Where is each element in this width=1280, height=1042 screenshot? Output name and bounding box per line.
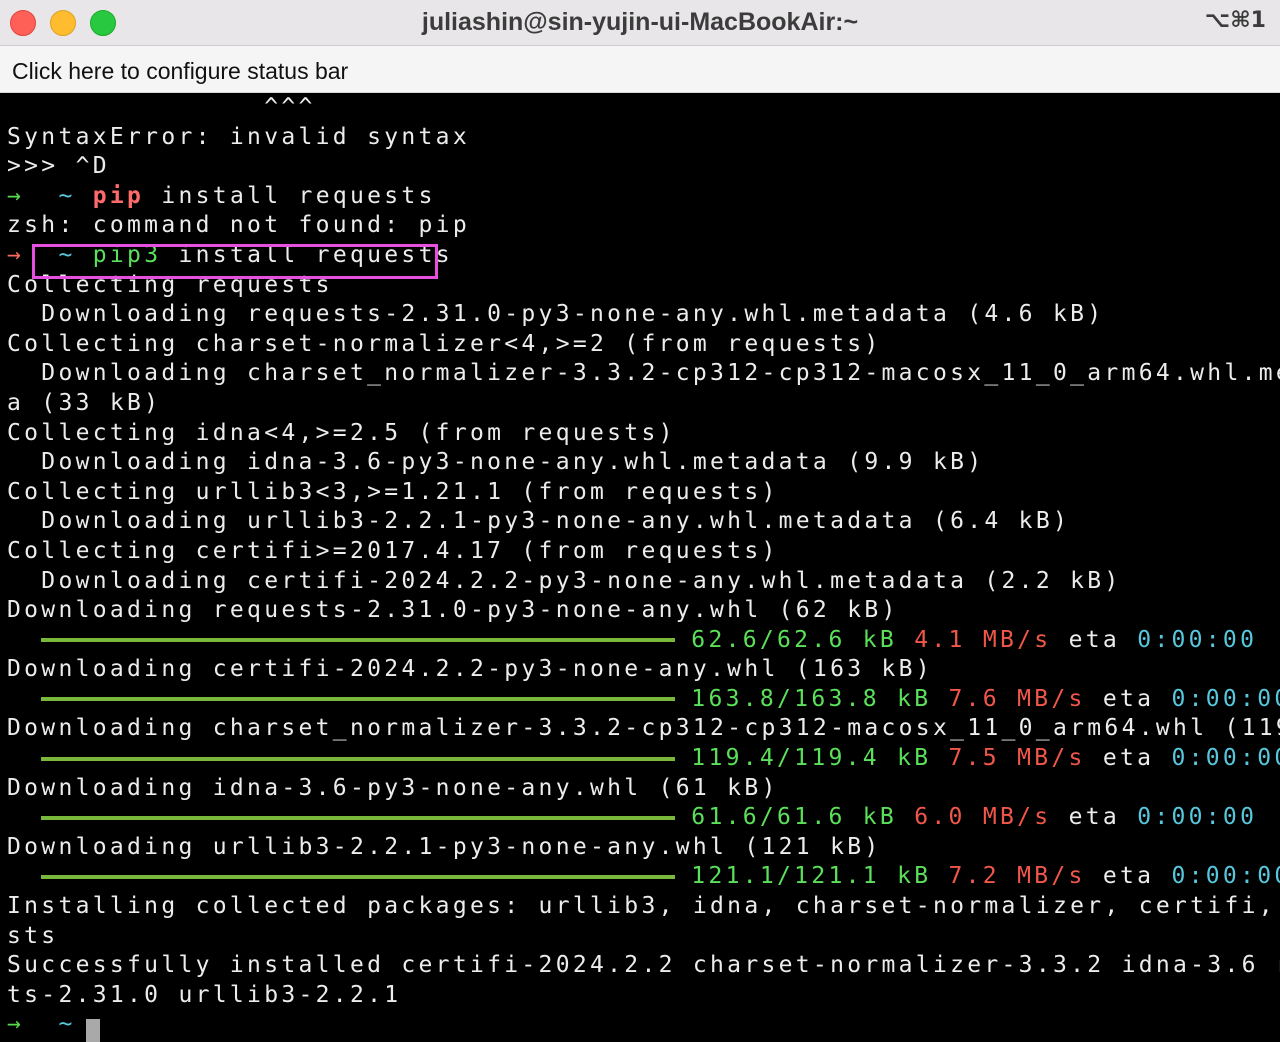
prompt-cwd: ~ <box>58 1011 76 1038</box>
terminal-lines: ^^^ SyntaxError: invalid syntax >>> ^D → ~ … <box>7 93 1280 1040</box>
prompt-line: → ~ pip install requests <box>7 182 1280 212</box>
terminal-line: ^^^ <box>7 94 316 120</box>
download-rate: 7.6 MB/s <box>948 685 1086 712</box>
eta-label: eta <box>1068 804 1121 831</box>
terminal-line: SyntaxError: invalid syntax <box>7 123 470 150</box>
terminal-line: Collecting certifi>=2017.4.17 (from requ… <box>7 537 779 564</box>
terminal-line: Downloading requests-2.31.0-py3-none-any… <box>7 597 899 624</box>
prompt-arrow-icon: → <box>7 241 25 268</box>
terminal-output[interactable]: ^^^ SyntaxError: invalid syntax >>> ^D → ~ … <box>0 93 1280 1042</box>
eta-time: 0:00:00 <box>1171 685 1280 712</box>
terminal-line: Downloading idna-3.6-py3-none-any.whl.me… <box>7 449 985 476</box>
progress-line: 61.6/61.6 kB 6.0 MB/s eta 0:00:00 <box>7 803 1280 833</box>
terminal-line: Downloading certifi-2024.2.2-py3-none-an… <box>7 567 1122 594</box>
download-size: 62.6/62.6 kB <box>691 626 898 653</box>
prompt-cwd: ~ <box>58 182 76 209</box>
download-size: 163.8/163.8 kB <box>691 685 932 712</box>
terminal-line: Successfully installed certifi-2024.2.2 … <box>7 952 1280 979</box>
prompt-cwd: ~ <box>58 241 76 268</box>
download-progress-bar <box>41 638 676 643</box>
terminal-line: sts <box>7 922 59 949</box>
terminal-line: Collecting urllib3<3,>=1.21.1 (from requ… <box>7 478 779 505</box>
eta-time: 0:00:00 <box>1137 626 1258 653</box>
download-size: 119.4/119.4 kB <box>691 745 932 772</box>
terminal-line: Collecting requests <box>7 271 333 298</box>
progress-line: 62.6/62.6 kB 4.1 MB/s eta 0:00:00 <box>7 626 1280 656</box>
eta-label: eta <box>1102 685 1155 712</box>
title-bar[interactable]: juliashin@sin-yujin-ui-MacBookAir:~ ⌥⌘1 <box>0 0 1280 46</box>
download-rate: 7.5 MB/s <box>948 745 1086 772</box>
command-args: install requests <box>161 241 453 268</box>
eta-time: 0:00:00 <box>1137 804 1258 831</box>
terminal-line: Downloading charset_normalizer-3.3.2-cp3… <box>7 360 1280 387</box>
progress-line: 163.8/163.8 kB 7.6 MB/s eta 0:00:00 <box>7 685 1280 715</box>
terminal-line: Downloading requests-2.31.0-py3-none-any… <box>7 301 1105 328</box>
terminal-line: zsh: command not found: pip <box>7 212 470 239</box>
download-progress-bar <box>41 815 676 820</box>
eta-label: eta <box>1102 863 1155 890</box>
command-args: install requests <box>144 182 436 209</box>
command-name: pip3 <box>92 241 162 268</box>
download-size: 61.6/61.6 kB <box>691 804 898 831</box>
terminal-line: Downloading urllib3-2.2.1-py3-none-any.w… <box>7 833 882 860</box>
download-progress-bar <box>41 874 676 879</box>
text-cursor <box>86 1019 100 1042</box>
eta-time: 0:00:00 <box>1171 863 1280 890</box>
terminal-line: Collecting charset-normalizer<4,>=2 (fro… <box>7 330 882 357</box>
window-title: juliashin@sin-yujin-ui-MacBookAir:~ <box>421 8 859 36</box>
download-progress-bar <box>41 697 676 702</box>
terminal-line: Downloading certifi-2024.2.2-py3-none-an… <box>7 656 933 683</box>
download-progress-bar <box>41 756 676 761</box>
terminal-line: Collecting idna<4,>=2.5 (from requests) <box>7 419 676 446</box>
download-rate: 7.2 MB/s <box>948 863 1086 890</box>
terminal-line: Downloading charset_normalizer-3.3.2-cp3… <box>7 715 1280 742</box>
progress-line: 121.1/121.1 kB 7.2 MB/s eta 0:00:00 <box>7 862 1280 892</box>
window-shortcut: ⌥⌘1 <box>1204 8 1266 33</box>
terminal-window: juliashin@sin-yujin-ui-MacBookAir:~ ⌥⌘1 … <box>0 0 1280 1042</box>
terminal-line: Installing collected packages: urllib3, … <box>7 893 1280 920</box>
terminal-line: Downloading idna-3.6-py3-none-any.whl (6… <box>7 774 779 801</box>
eta-label: eta <box>1102 745 1155 772</box>
progress-line: 119.4/119.4 kB 7.5 MB/s eta 0:00:00 <box>7 744 1280 774</box>
prompt-arrow-icon: → <box>7 1011 25 1038</box>
terminal-line: Downloading urllib3-2.2.1-py3-none-any.w… <box>7 508 1071 535</box>
prompt-line: → ~ pip3 install requests <box>7 241 1280 271</box>
prompt-line: → ~ <box>7 1010 1280 1040</box>
eta-time: 0:00:00 <box>1171 745 1280 772</box>
download-rate: 4.1 MB/s <box>914 626 1052 653</box>
prompt-arrow-icon: → <box>7 182 25 209</box>
download-rate: 6.0 MB/s <box>914 804 1052 831</box>
status-bar[interactable]: Click here to configure status bar <box>0 46 1280 93</box>
terminal-line: a (33 kB) <box>7 389 162 416</box>
command-name: pip <box>92 182 145 209</box>
eta-label: eta <box>1068 626 1121 653</box>
terminal-line: ts-2.31.0 urllib3-2.2.1 <box>7 981 402 1008</box>
terminal-line: >>> ^D <box>7 153 110 180</box>
download-size: 121.1/121.1 kB <box>691 863 932 890</box>
